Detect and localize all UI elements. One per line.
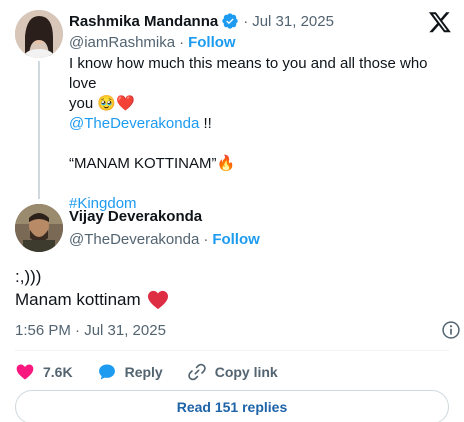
separator-dot: · bbox=[203, 230, 209, 248]
quoted-handle[interactable]: @iamRashmika bbox=[69, 34, 175, 51]
display-name[interactable]: Vijay Deverakonda bbox=[69, 208, 202, 225]
separator-dot: · bbox=[243, 12, 249, 30]
red-heart-emoji: ❤️ bbox=[116, 95, 135, 112]
like-button[interactable]: 7.6K bbox=[15, 362, 73, 382]
reply-bubble-icon bbox=[98, 364, 115, 380]
quoted-author-row: Rashmika Mandanna · Jul 31, 2025 bbox=[69, 11, 334, 31]
avatar-vijay[interactable] bbox=[15, 204, 63, 252]
quoted-date[interactable]: Jul 31, 2025 bbox=[252, 13, 334, 30]
tweet-text-line: Manam kottinam bbox=[15, 288, 445, 312]
avatar-vijay-image bbox=[15, 204, 63, 252]
follow-button-rashmika[interactable]: Follow bbox=[188, 34, 236, 51]
quoted-kingdom-line: “MANAM KOTTINAM”🔥 bbox=[69, 155, 236, 172]
thread-connector-line bbox=[38, 61, 40, 199]
tweet-embed: Rashmika Mandanna · Jul 31, 2025 @iamRas… bbox=[0, 0, 464, 422]
fire-emoji: 🔥 bbox=[216, 155, 236, 172]
quoted-mention-line: @TheDeverakonda !! bbox=[69, 115, 212, 132]
follow-button-vijay[interactable]: Follow bbox=[212, 231, 260, 248]
handle[interactable]: @TheDeverakonda bbox=[69, 231, 199, 248]
x-logo-icon[interactable] bbox=[428, 10, 452, 34]
copy-link-button[interactable]: Copy link bbox=[187, 362, 278, 382]
heart-icon bbox=[16, 364, 34, 380]
action-bar: 7.6K Reply Copy link bbox=[15, 360, 302, 384]
copy-link-label: Copy link bbox=[214, 364, 278, 380]
tweet-text-line: :,))) bbox=[15, 267, 42, 286]
avatar-rashmika-image bbox=[15, 10, 63, 58]
mention-link[interactable]: @TheDeverakonda bbox=[69, 115, 199, 132]
tweet-timestamp[interactable]: 1:56 PM · Jul 31, 2025 bbox=[15, 320, 166, 340]
link-icon bbox=[187, 363, 206, 381]
read-replies-button[interactable]: Read 151 replies bbox=[15, 390, 449, 422]
red-heart-emoji-icon bbox=[147, 290, 168, 310]
reply-button[interactable]: Reply bbox=[97, 362, 163, 382]
avatar-rashmika[interactable] bbox=[15, 10, 63, 58]
pleading-face-emoji: 🥹 bbox=[97, 95, 117, 112]
author-row: Vijay Deverakonda bbox=[69, 206, 202, 226]
quoted-handle-row: @iamRashmika · Follow bbox=[69, 32, 236, 52]
reply-label: Reply bbox=[124, 364, 163, 380]
handle-row: @TheDeverakonda · Follow bbox=[69, 229, 260, 249]
verified-badge-icon bbox=[222, 13, 238, 29]
quoted-text-line: I know how much this means to you and al… bbox=[69, 55, 428, 92]
quoted-text-line: you 🥹❤️ bbox=[69, 95, 135, 112]
quoted-display-name[interactable]: Rashmika Mandanna bbox=[69, 13, 218, 30]
info-icon[interactable] bbox=[441, 320, 461, 340]
like-count: 7.6K bbox=[43, 364, 73, 380]
separator-dot: · bbox=[179, 33, 185, 51]
tweet-text: :,))) Manam kottinam bbox=[15, 266, 445, 312]
quoted-tweet-text: I know how much this means to you and al… bbox=[69, 54, 449, 214]
divider bbox=[15, 350, 449, 351]
